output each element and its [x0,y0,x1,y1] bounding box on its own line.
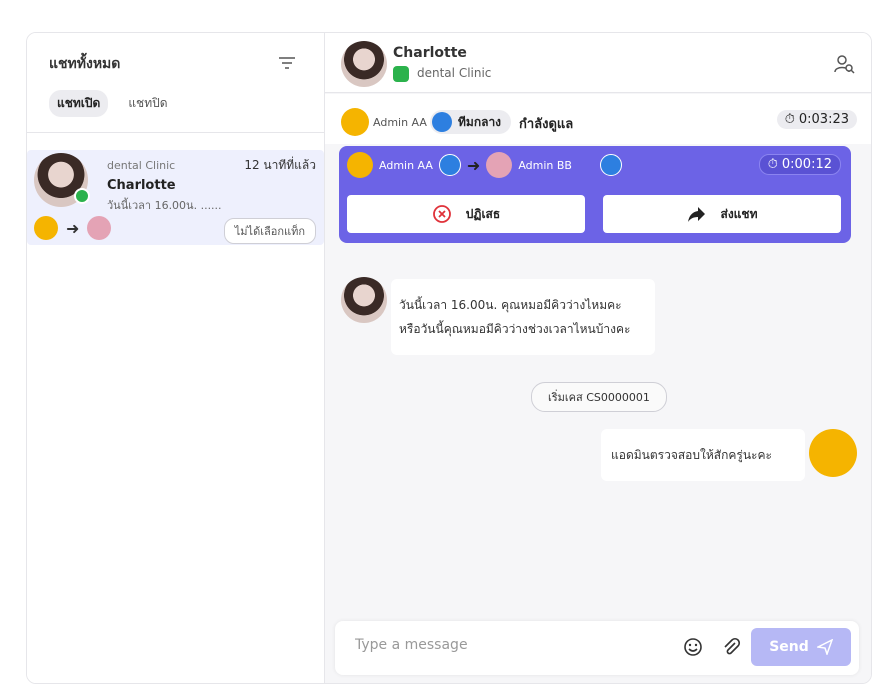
handling-admin: Admin AA [373,116,427,129]
handling-state: กำลังดูแล [519,117,574,132]
arrow-right-icon: ➜ [466,155,481,175]
chat-list-item[interactable]: dental Clinic 12 นาทีที่แล้ว Charlotte ว… [27,150,324,245]
handling-timer: ⏱ 0:03:23 [776,110,857,129]
send-button[interactable]: Send [751,628,851,666]
line-badge-icon [74,188,90,204]
contact-name: Charlotte [393,45,467,61]
admin-avatar-icon [34,216,58,240]
transfer-timer-value: 0:00:12 [781,157,832,172]
forward-icon [687,207,705,222]
transfer-route: Admin AA ➜ Admin BB [347,152,622,178]
contact-clinic: dental Clinic [417,66,492,80]
chat-app: แชททั้งหมด แชทเปิด แชทปิด dental Clinic … [26,32,872,684]
message-input[interactable] [355,637,655,653]
filter-icon[interactable] [277,53,297,73]
message-composer: Send [335,621,859,675]
conversation-panel: Charlotte dental Clinic Admin AA ทีมกลาง… [325,33,871,683]
transfer-from: Admin AA [379,158,433,172]
team-icon [432,112,452,132]
incoming-bubble: วันนี้เวลา 16.00น. คุณหมอมีคิวว่างไหมคะ … [391,279,655,355]
admin-avatar-icon [486,152,513,178]
chat-item-clinic: dental Clinic [107,159,176,172]
avatar [341,277,387,323]
close-circle-icon [432,205,451,223]
divider [27,132,324,133]
tab-open-chats[interactable]: แชทเปิด [49,90,109,117]
handling-status-bar: Admin AA ทีมกลาง กำลังดูแล ⏱ 0:03:23 [325,94,871,144]
avatar [341,41,387,87]
send-label: Send [769,639,809,655]
chat-list-title: แชททั้งหมด [49,56,121,72]
transfer-timer: ⏱ 0:00:12 [758,154,841,175]
admin-avatar-icon [809,429,857,477]
user-search-icon[interactable] [833,53,855,75]
chat-item-preview: วันนี้เวลา 16.00น. ...... [107,199,222,212]
line-icon [393,66,409,82]
stopwatch-icon: ⏱ [767,157,778,172]
team-icon [438,154,461,176]
reject-button[interactable]: ปฏิเสธ [347,195,585,233]
admin-avatar-icon [341,108,369,136]
chat-item-name: Charlotte [107,178,176,193]
reject-label: ปฏิเสธ [465,206,501,221]
send-chat-label: ส่งแชท [720,206,758,221]
select-tag-button[interactable]: ไม่ได้เลือกแท็ก [223,218,316,244]
handling-timer-value: 0:03:23 [798,112,849,127]
team-badge: ทีมกลาง [430,110,512,134]
team-icon [599,154,622,176]
tab-closed-chats[interactable]: แชทปิด [120,90,175,117]
attach-icon[interactable] [721,637,741,657]
arrow-right-icon: ➜ [66,218,80,238]
chat-list-panel: แชททั้งหมด แชทเปิด แชทปิด dental Clinic … [27,33,325,683]
send-chat-button[interactable]: ส่งแชท [603,195,841,233]
chat-item-assignment: ➜ [34,216,112,240]
admin-avatar-icon [347,152,373,178]
emoji-icon[interactable] [683,637,703,657]
team-label: ทีมกลาง [458,114,502,129]
admin-avatar-icon [87,216,112,240]
chat-item-time: 12 นาทีที่แล้ว [244,158,316,172]
transfer-request-card: Admin AA ➜ Admin BB ⏱ 0:00:12 ปฏิเสธ ส่ง… [339,146,851,243]
stopwatch-icon: ⏱ [784,112,795,127]
outgoing-bubble: แอดมินตรวจสอบให้สักครู่นะคะ [601,429,805,481]
conversation-header: Charlotte dental Clinic [325,33,871,93]
incoming-line: หรือวันนี้คุณหมอมีคิวว่างช่วงเวลาไหนบ้าง… [399,322,631,336]
transfer-to: Admin BB [518,158,572,172]
case-start-pill: เริ่มเคส CS0000001 [531,382,667,412]
send-icon [816,639,833,655]
incoming-line: วันนี้เวลา 16.00น. คุณหมอมีคิวว่างไหมคะ [399,298,622,312]
chat-tabs: แชทเปิด แชทปิด [49,90,176,117]
